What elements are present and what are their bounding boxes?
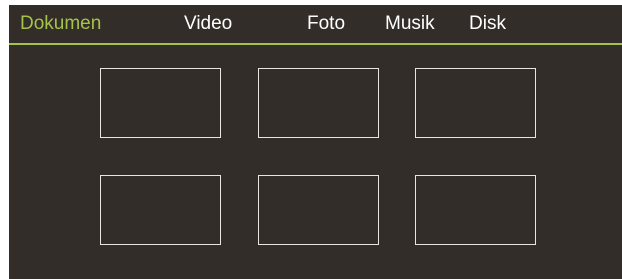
grid-tile[interactable] [100, 68, 221, 138]
category-tab-bar: Dokumen Video Foto Musik Disk [9, 5, 622, 43]
tab-musik[interactable]: Musik [385, 13, 435, 35]
file-browser-screen: Dokumen Video Foto Musik Disk [9, 5, 622, 279]
grid-tile[interactable] [415, 68, 536, 138]
grid-tile[interactable] [258, 175, 379, 245]
grid-tile[interactable] [415, 175, 536, 245]
tab-video[interactable]: Video [184, 13, 232, 35]
grid-tile[interactable] [100, 175, 221, 245]
grid-tile[interactable] [258, 68, 379, 138]
tab-divider [9, 43, 622, 45]
tab-foto[interactable]: Foto [307, 13, 345, 35]
tab-dokumen[interactable]: Dokumen [20, 13, 101, 35]
tab-disk[interactable]: Disk [469, 13, 506, 35]
